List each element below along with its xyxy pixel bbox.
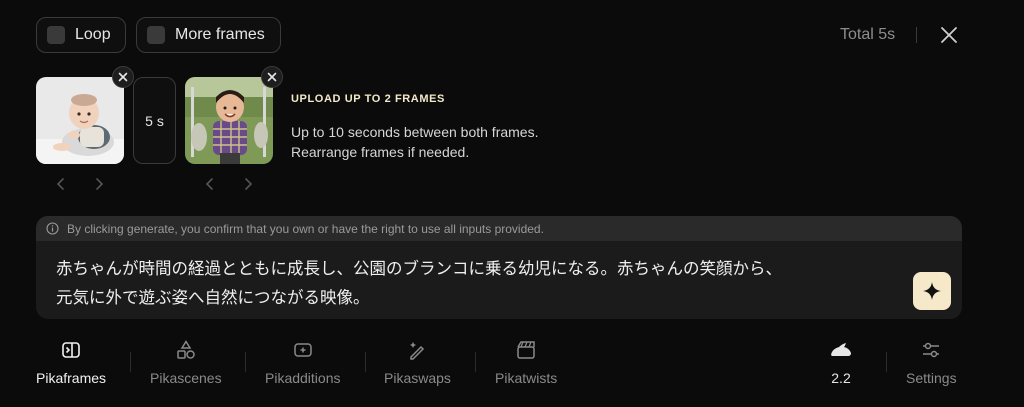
upload-title: UPLOAD UP TO 2 FRAMES bbox=[291, 93, 445, 105]
pikascenes-icon bbox=[177, 340, 195, 359]
total-duration: Total 5s bbox=[840, 26, 896, 43]
tab-divider bbox=[475, 352, 476, 372]
tab-pikaswaps[interactable]: Pikaswaps bbox=[384, 338, 451, 386]
tab-pikaframes[interactable]: Pikaframes bbox=[36, 338, 106, 386]
frame-2-move-right-chevron-right-icon[interactable] bbox=[240, 176, 256, 192]
tab-pikatwists[interactable]: Pikatwists bbox=[495, 338, 557, 386]
tab-label: Pikaswaps bbox=[384, 370, 451, 386]
frame-1-move-right-chevron-right-icon[interactable] bbox=[91, 176, 107, 192]
prompt-line-1: 赤ちゃんが時間の経過とともに成長し、公園のブランコに乗る幼児になる。赤ちゃんの笑… bbox=[56, 259, 782, 278]
duration-between-frames[interactable]: 5 s bbox=[133, 77, 176, 164]
upload-desc-line-1: Up to 10 seconds between both frames. bbox=[291, 124, 539, 140]
pikaframes-icon bbox=[62, 342, 80, 358]
tab-divider bbox=[130, 352, 131, 372]
upload-description: Up to 10 seconds between both frames. Re… bbox=[291, 122, 538, 162]
tab-divider bbox=[886, 352, 887, 372]
info-icon bbox=[46, 222, 59, 235]
prompt-line-2: 元気に外で遊ぶ姿へ自然につながる映像。 bbox=[56, 288, 370, 307]
settings-button[interactable]: Settings bbox=[906, 338, 957, 386]
rights-notice: By clicking generate, you confirm that y… bbox=[36, 216, 962, 241]
close-icon bbox=[267, 72, 277, 82]
close-icon[interactable] bbox=[938, 24, 960, 46]
frame-1-thumbnail[interactable] bbox=[36, 77, 124, 164]
sparkle-icon bbox=[923, 282, 941, 300]
loop-checkbox[interactable] bbox=[47, 26, 65, 44]
upload-desc-line-2: Rearrange frames if needed. bbox=[291, 144, 470, 160]
rabbit-icon bbox=[831, 343, 851, 356]
frame-1-move-left-chevron-left-icon[interactable] bbox=[53, 176, 69, 192]
pikatwists-icon bbox=[517, 341, 535, 359]
tab-pikascenes[interactable]: Pikascenes bbox=[150, 338, 222, 386]
more-frames-checkbox[interactable] bbox=[147, 26, 165, 44]
tab-label: Pikatwists bbox=[495, 370, 558, 386]
tab-label: Pikaframes bbox=[36, 370, 107, 386]
loop-toggle[interactable]: Loop bbox=[36, 17, 126, 53]
prompt-input[interactable]: 赤ちゃんが時間の経過とともに成長し、公園のブランコに乗る幼児になる。赤ちゃんの笑… bbox=[56, 254, 906, 312]
pikadditions-icon bbox=[294, 343, 312, 357]
loop-label: Loop bbox=[75, 26, 111, 43]
divider bbox=[916, 27, 917, 43]
settings-icon bbox=[923, 342, 940, 358]
close-icon bbox=[118, 72, 128, 82]
rights-notice-text: By clicking generate, you confirm that y… bbox=[67, 221, 544, 236]
tab-pikadditions[interactable]: Pikadditions bbox=[265, 338, 341, 386]
settings-label: Settings bbox=[906, 370, 957, 386]
remove-frame-1-button[interactable] bbox=[112, 66, 134, 88]
tab-label: Pikadditions bbox=[265, 370, 341, 386]
frame-2-move-left-chevron-left-icon[interactable] bbox=[202, 176, 218, 192]
remove-frame-2-button[interactable] bbox=[261, 66, 283, 88]
tab-divider bbox=[245, 352, 246, 372]
model-version-selector[interactable]: 2.2 bbox=[829, 338, 853, 386]
generate-button[interactable] bbox=[913, 272, 951, 310]
frame-2-thumbnail[interactable] bbox=[185, 77, 273, 164]
pika-frames-panel: Loop More frames Total 5s 5 s UPLOAD UP … bbox=[0, 0, 1024, 407]
model-version: 2.2 bbox=[831, 370, 851, 386]
more-frames-toggle[interactable]: More frames bbox=[136, 17, 281, 53]
prompt-panel: By clicking generate, you confirm that y… bbox=[36, 216, 962, 319]
pikaswaps-icon bbox=[410, 342, 425, 360]
more-frames-label: More frames bbox=[175, 26, 265, 43]
tab-label: Pikascenes bbox=[150, 370, 222, 386]
tab-divider bbox=[365, 352, 366, 372]
